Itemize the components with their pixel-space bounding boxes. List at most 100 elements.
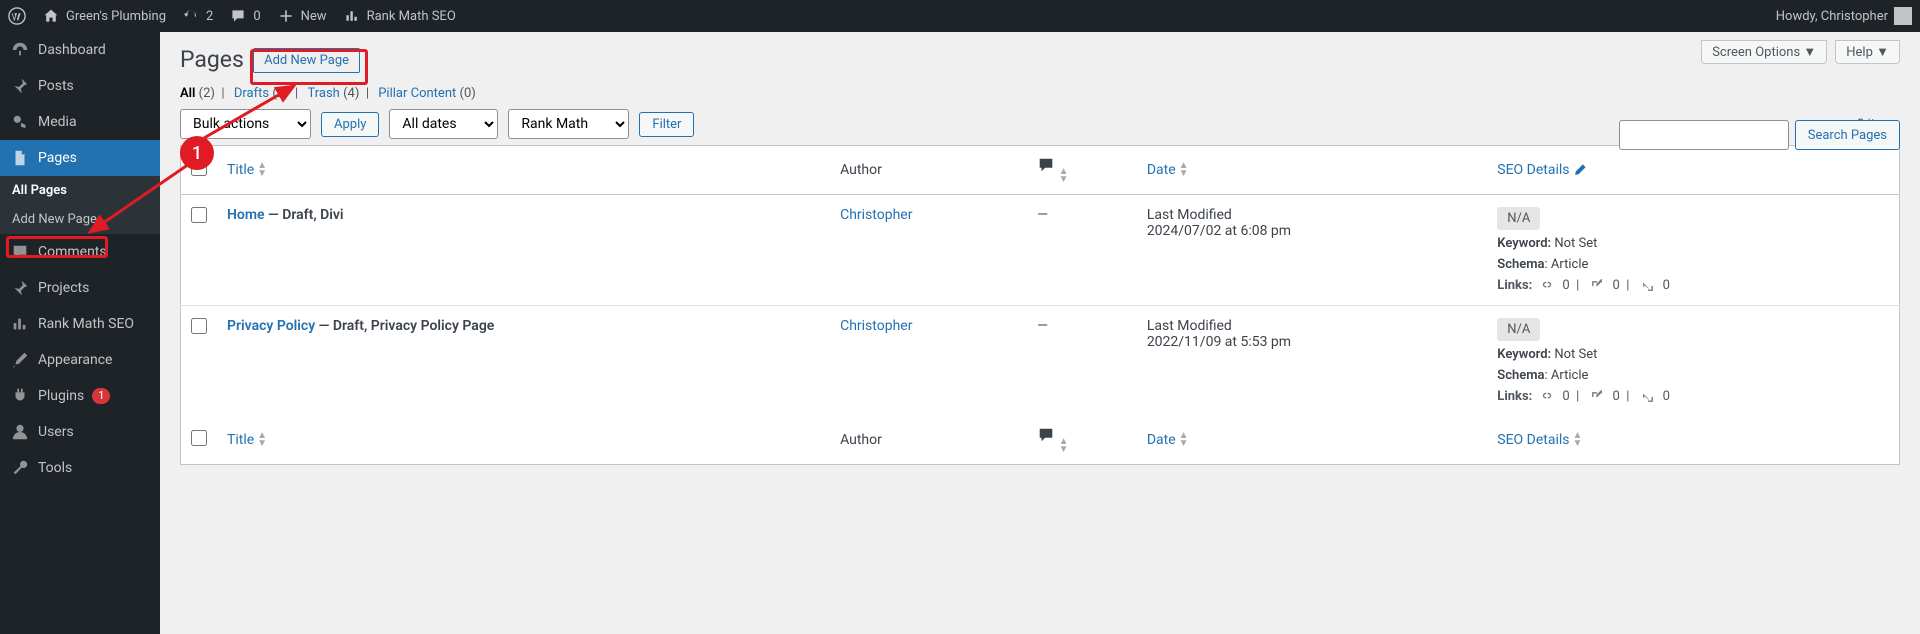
sort-icon: ▲▼ bbox=[1179, 162, 1189, 178]
view-filters: All (2) | Drafts (2) | Trash (4) | Pilla… bbox=[180, 86, 1900, 101]
filter-button[interactable]: Filter bbox=[639, 112, 694, 137]
view-trash[interactable]: Trash bbox=[307, 86, 339, 101]
search-box: Search Pages bbox=[1619, 120, 1900, 150]
menu-posts[interactable]: Posts bbox=[0, 68, 160, 104]
link-icon bbox=[1540, 279, 1554, 293]
menu-plugins[interactable]: Plugins 1 bbox=[0, 378, 160, 414]
apply-button[interactable]: Apply bbox=[321, 112, 379, 137]
user-icon bbox=[10, 422, 30, 442]
help-button[interactable]: Help ▼ bbox=[1835, 40, 1900, 64]
seo-badge: N/A bbox=[1497, 318, 1540, 341]
row-title-link[interactable]: Home bbox=[227, 207, 265, 223]
col-author-foot: Author bbox=[830, 416, 1027, 465]
comment-icon bbox=[1037, 426, 1055, 444]
incoming-icon bbox=[1641, 390, 1655, 404]
row-comments: — bbox=[1027, 195, 1137, 306]
wp-logo[interactable] bbox=[8, 7, 26, 25]
admin-toolbar: Green's Plumbing 2 0 New Rank Math SEO bbox=[0, 0, 1920, 32]
pin-icon bbox=[10, 278, 30, 298]
pages-table: Title ▲▼ Author ▲▼ Date ▲▼ SEO Details H… bbox=[180, 145, 1900, 465]
updates-count: 2 bbox=[206, 9, 213, 24]
site-name: Green's Plumbing bbox=[66, 9, 166, 24]
bulk-actions-select[interactable]: Bulk actions bbox=[180, 109, 311, 139]
menu-comments[interactable]: Comments bbox=[0, 234, 160, 270]
external-icon bbox=[1590, 390, 1604, 404]
col-seo-foot[interactable]: SEO Details ▲▼ bbox=[1497, 432, 1582, 448]
dashboard-icon bbox=[10, 40, 30, 60]
col-comments[interactable]: ▲▼ bbox=[1027, 146, 1137, 195]
date-filter-select[interactable]: All dates bbox=[389, 109, 498, 139]
sort-icon: ▲▼ bbox=[1059, 168, 1069, 184]
howdy-text: Howdy, Christopher bbox=[1776, 9, 1888, 24]
menu-appearance[interactable]: Appearance bbox=[0, 342, 160, 378]
row-date: Last Modified2024/07/02 at 6:08 pm bbox=[1137, 195, 1487, 306]
menu-users[interactable]: Users bbox=[0, 414, 160, 450]
menu-pages[interactable]: Pages bbox=[0, 140, 160, 176]
pencil-icon bbox=[1573, 163, 1587, 177]
submenu-all-pages[interactable]: All Pages bbox=[0, 176, 160, 205]
sort-icon: ▲▼ bbox=[1059, 438, 1069, 454]
comment-icon bbox=[1037, 156, 1055, 174]
brush-icon bbox=[10, 350, 30, 370]
plug-icon bbox=[10, 386, 30, 406]
row-checkbox[interactable] bbox=[191, 318, 207, 334]
view-pillar[interactable]: Pillar Content bbox=[378, 86, 456, 101]
media-icon bbox=[10, 112, 30, 132]
rankmath-toolbar-link[interactable]: Rank Math SEO bbox=[343, 7, 456, 25]
new-content-link[interactable]: New bbox=[277, 7, 327, 25]
sort-icon: ▲▼ bbox=[1179, 432, 1189, 448]
row-checkbox[interactable] bbox=[191, 207, 207, 223]
col-date-foot[interactable]: Date ▲▼ bbox=[1147, 432, 1189, 448]
post-state: — Draft, Divi bbox=[268, 207, 344, 223]
new-label: New bbox=[301, 9, 327, 24]
select-all-checkbox[interactable] bbox=[191, 160, 207, 176]
link-icon bbox=[1540, 390, 1554, 404]
wordpress-icon bbox=[8, 7, 26, 25]
screen-options-button[interactable]: Screen Options ▼ bbox=[1701, 40, 1827, 64]
search-input[interactable] bbox=[1619, 120, 1789, 150]
col-title[interactable]: Title ▲▼ bbox=[227, 162, 267, 178]
updates-link[interactable]: 2 bbox=[182, 7, 213, 25]
menu-dashboard[interactable]: Dashboard bbox=[0, 32, 160, 68]
avatar-icon bbox=[1894, 7, 1912, 25]
update-icon bbox=[182, 7, 200, 25]
search-button[interactable]: Search Pages bbox=[1795, 120, 1900, 150]
view-drafts[interactable]: Drafts bbox=[234, 86, 269, 101]
menu-tools[interactable]: Tools bbox=[0, 450, 160, 486]
rankmath-filter-select[interactable]: Rank Math bbox=[508, 109, 629, 139]
plus-icon bbox=[277, 7, 295, 25]
row-date: Last Modified2022/11/09 at 5:53 pm bbox=[1137, 306, 1487, 417]
admin-sidebar: Dashboard Posts Media Pages All Pages Ad… bbox=[0, 32, 160, 634]
row-seo: N/A Keyword: Not Set Schema: Article Lin… bbox=[1487, 195, 1899, 306]
comments-link[interactable]: 0 bbox=[229, 7, 260, 25]
select-all-checkbox-bottom[interactable] bbox=[191, 430, 207, 446]
menu-rankmath[interactable]: Rank Math SEO bbox=[0, 306, 160, 342]
row-title-link[interactable]: Privacy Policy bbox=[227, 318, 315, 334]
plugins-update-badge: 1 bbox=[92, 388, 110, 404]
pages-submenu: All Pages Add New Page bbox=[0, 176, 160, 234]
col-date[interactable]: Date ▲▼ bbox=[1147, 162, 1189, 178]
col-comments-foot[interactable]: ▲▼ bbox=[1027, 416, 1137, 465]
author-link[interactable]: Christopher bbox=[840, 318, 912, 334]
wrench-icon bbox=[10, 458, 30, 478]
add-new-page-button[interactable]: Add New Page bbox=[253, 48, 360, 73]
page-icon bbox=[10, 148, 30, 168]
submenu-add-new-page[interactable]: Add New Page bbox=[0, 205, 160, 234]
sort-icon: ▲▼ bbox=[257, 432, 267, 448]
chart-icon bbox=[343, 7, 361, 25]
incoming-icon bbox=[1641, 279, 1655, 293]
pin-icon bbox=[10, 76, 30, 96]
sort-icon: ▲▼ bbox=[257, 162, 267, 178]
author-link[interactable]: Christopher bbox=[840, 207, 912, 223]
menu-media[interactable]: Media bbox=[0, 104, 160, 140]
col-seo[interactable]: SEO Details bbox=[1497, 162, 1586, 178]
view-all[interactable]: All bbox=[180, 86, 195, 101]
post-state: — Draft, Privacy Policy Page bbox=[319, 318, 495, 334]
comment-icon bbox=[10, 242, 30, 262]
site-name-link[interactable]: Green's Plumbing bbox=[42, 7, 166, 25]
page-title: Pages bbox=[180, 32, 244, 73]
col-title-foot[interactable]: Title ▲▼ bbox=[227, 432, 267, 448]
my-account-link[interactable]: Howdy, Christopher bbox=[1776, 7, 1912, 25]
menu-projects[interactable]: Projects bbox=[0, 270, 160, 306]
chart-icon bbox=[10, 314, 30, 334]
